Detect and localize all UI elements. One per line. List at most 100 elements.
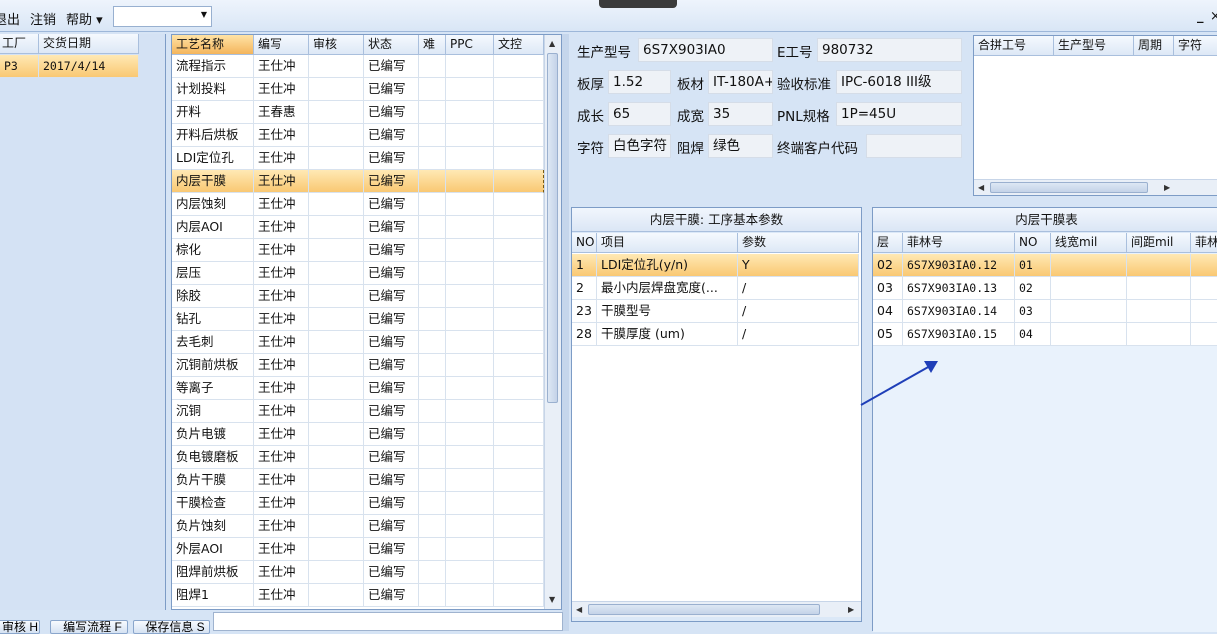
cell-layer: 04 xyxy=(873,300,903,323)
cell-empty xyxy=(419,78,446,101)
field-standard[interactable]: IPC-6018 III级 xyxy=(836,70,962,94)
cell-val: / xyxy=(738,277,859,300)
col-header[interactable]: 文控 xyxy=(494,35,544,55)
cell-empty xyxy=(446,584,494,607)
col-header[interactable]: 字符 xyxy=(1174,36,1217,56)
col-header[interactable]: NO xyxy=(572,233,597,253)
col-header[interactable]: 生产型号 xyxy=(1054,36,1134,56)
cell-empty xyxy=(309,124,364,147)
menu-help[interactable]: 帮助 ▾ xyxy=(66,9,103,28)
cell-empty xyxy=(309,331,364,354)
cell-writer: 王仕冲 xyxy=(254,561,309,584)
process-vertical-scrollbar[interactable]: ▲ ▼ xyxy=(544,35,561,609)
col-header[interactable]: 工艺名称 xyxy=(172,35,254,55)
cell-empty xyxy=(494,561,544,584)
col-header[interactable]: 参数 xyxy=(738,233,859,253)
cell-empty xyxy=(419,262,446,285)
cell-name: 沉铜前烘板 xyxy=(172,354,254,377)
col-header[interactable]: 菲林 xyxy=(1191,233,1217,253)
params-horizontal-scrollbar[interactable]: ◀ ▶ xyxy=(572,601,861,617)
field-customer[interactable] xyxy=(866,134,962,158)
cell-empty xyxy=(494,308,544,331)
cell-empty xyxy=(419,55,446,78)
col-header[interactable]: 审核 xyxy=(309,35,364,55)
cell-status: 已编写 xyxy=(364,239,419,262)
cell-status: 已编写 xyxy=(364,193,419,216)
cell-empty xyxy=(1051,277,1127,300)
cell-layer: 03 xyxy=(873,277,903,300)
write-flow-button[interactable]: 编写流程 F xyxy=(50,620,128,634)
cell-empty xyxy=(446,124,494,147)
cell-empty xyxy=(446,216,494,239)
col-header[interactable]: NO xyxy=(1015,233,1051,253)
label-mask: 阻焊 xyxy=(677,141,704,157)
minimize-icon[interactable]: _ xyxy=(1197,9,1204,24)
cell-empty xyxy=(446,400,494,423)
col-header[interactable]: 状态 xyxy=(364,35,419,55)
cell-status: 已编写 xyxy=(364,170,419,193)
film-panel: 内层干膜表 层菲林号 NO 线宽mil 间距mil 菲林 02 6S7X903IA0.12… xyxy=(872,207,1217,632)
cell-status: 已编写 xyxy=(364,377,419,400)
cell-writer: 王仕冲 xyxy=(254,216,309,239)
cell-empty xyxy=(309,78,364,101)
cell-empty xyxy=(494,193,544,216)
review-button[interactable]: 审核 H xyxy=(0,620,40,634)
col-header-factory[interactable]: 工厂 xyxy=(0,34,39,54)
cell-empty xyxy=(419,377,446,400)
cell-empty xyxy=(446,308,494,331)
field-width[interactable]: 35 xyxy=(708,102,773,126)
col-header[interactable]: 菲林号 xyxy=(903,233,1015,253)
cell-name: 内层AOI xyxy=(172,216,254,239)
cell-empty xyxy=(446,239,494,262)
field-pnl[interactable]: 1P=45U xyxy=(836,102,962,126)
field-model[interactable]: 6S7X903IA0 xyxy=(638,38,773,62)
combined-horizontal-scrollbar[interactable]: ◀ ▶ xyxy=(974,179,1217,195)
cell-empty xyxy=(494,216,544,239)
col-header[interactable]: 周期 xyxy=(1134,36,1174,56)
cell-writer: 王仕冲 xyxy=(254,285,309,308)
cell-empty xyxy=(1191,300,1217,323)
col-header[interactable]: PPC xyxy=(446,35,494,55)
field-material[interactable]: IT-180A+ xyxy=(708,70,773,94)
cell-status: 已编写 xyxy=(364,354,419,377)
menu-exit[interactable]: 退出 xyxy=(0,9,20,28)
cell-status: 已编写 xyxy=(364,331,419,354)
save-info-button[interactable]: 保存信息 S xyxy=(133,620,210,634)
menu-logout[interactable]: 注销 xyxy=(30,9,56,28)
col-header[interactable]: 合拼工号 xyxy=(974,36,1054,56)
cell-empty xyxy=(419,285,446,308)
cell-empty xyxy=(494,354,544,377)
field-length[interactable]: 65 xyxy=(608,102,671,126)
cell-writer: 王仕冲 xyxy=(254,239,309,262)
cell-no: 2 xyxy=(572,277,597,300)
field-mask[interactable]: 绿色 xyxy=(708,134,773,158)
col-header[interactable]: 线宽mil xyxy=(1051,233,1127,253)
col-header[interactable]: 间距mil xyxy=(1127,233,1191,253)
close-icon[interactable]: × xyxy=(1210,9,1217,24)
cell-status: 已编写 xyxy=(364,101,419,124)
cell-writer: 王仕冲 xyxy=(254,423,309,446)
cell-item: 最小内层焊盘宽度(... xyxy=(597,277,738,300)
cell-film: 6S7X903IA0.14 xyxy=(903,300,1015,323)
cell-no: 23 xyxy=(572,300,597,323)
menu-combo-box[interactable]: ▼ xyxy=(113,6,212,27)
col-header-delivery-date[interactable]: 交货日期 xyxy=(39,34,139,54)
splitter[interactable] xyxy=(562,34,569,631)
col-header[interactable]: 项目 xyxy=(597,233,738,253)
cell-writer: 王仕冲 xyxy=(254,147,309,170)
cell-empty xyxy=(419,308,446,331)
field-eno[interactable]: 980732 xyxy=(817,38,962,62)
label-eno: E工号 xyxy=(777,45,813,61)
cell-delivery-date: 2017/4/14 xyxy=(39,55,139,78)
cell-empty xyxy=(309,216,364,239)
floating-toolbar[interactable] xyxy=(599,0,677,8)
col-header[interactable]: 层 xyxy=(873,233,903,253)
cell-empty xyxy=(309,262,364,285)
col-header[interactable]: 难 xyxy=(419,35,446,55)
cell-empty xyxy=(446,262,494,285)
field-thickness[interactable]: 1.52 xyxy=(608,70,671,94)
field-char[interactable]: 白色字符 xyxy=(608,134,671,158)
cell-empty xyxy=(309,147,364,170)
col-header[interactable]: 编写 xyxy=(254,35,309,55)
cell-empty xyxy=(494,55,544,78)
